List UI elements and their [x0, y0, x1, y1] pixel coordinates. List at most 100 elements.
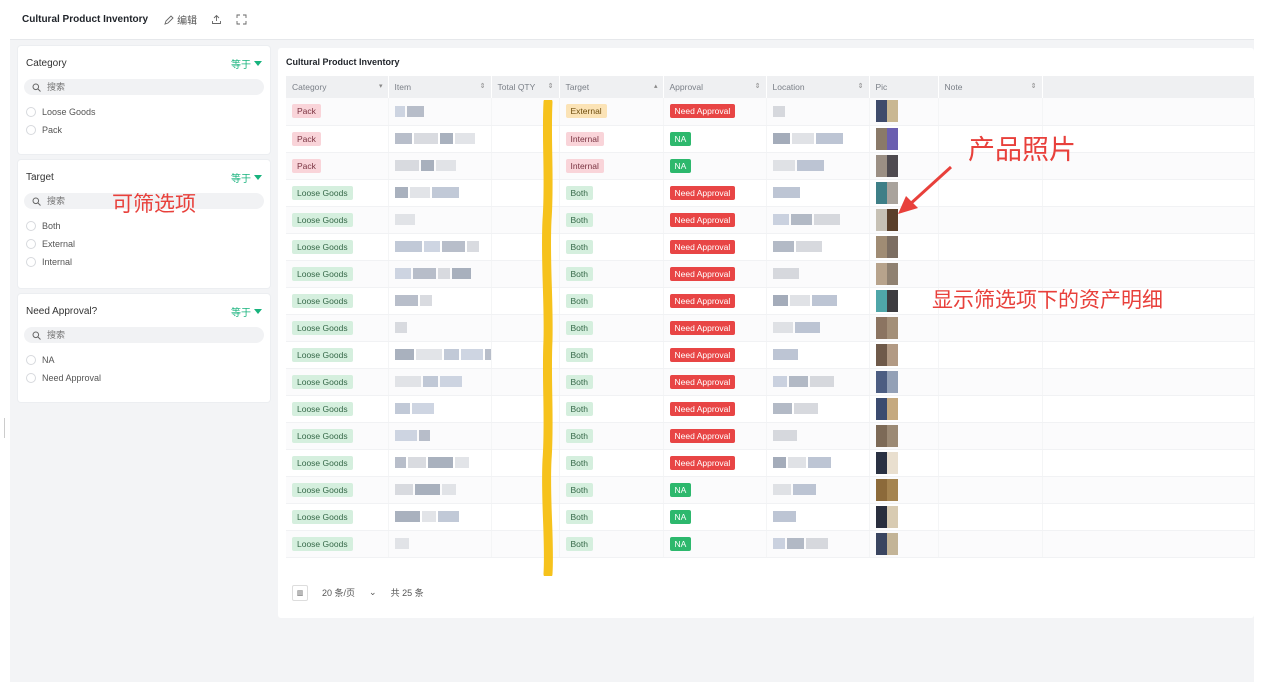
- product-photo[interactable]: [875, 262, 898, 285]
- filter-title: Need Approval?: [26, 306, 98, 317]
- table-row[interactable]: Loose Goods Both Need Approval: [286, 206, 1255, 234]
- filter-search[interactable]: [24, 327, 264, 343]
- product-photo[interactable]: [875, 181, 898, 204]
- radio-button[interactable]: [26, 221, 36, 231]
- column-header-total-qty[interactable]: Total QTY ⇕: [491, 76, 560, 98]
- product-photo[interactable]: [875, 289, 898, 312]
- table-row[interactable]: Loose Goods Both Need Approval: [286, 314, 1255, 342]
- product-photo[interactable]: [875, 127, 898, 150]
- radio-button[interactable]: [26, 239, 36, 249]
- cell-location: [766, 341, 870, 369]
- cell-spacer: [1042, 395, 1255, 423]
- sort-icon[interactable]: ⇕: [480, 82, 486, 90]
- table-row[interactable]: Loose Goods Both NA: [286, 476, 1255, 504]
- product-photo[interactable]: [875, 370, 898, 393]
- filter-option[interactable]: Internal: [18, 253, 270, 271]
- sort-icon[interactable]: ⇕: [755, 82, 761, 90]
- redacted-text: [772, 105, 785, 117]
- radio-button[interactable]: [26, 257, 36, 267]
- cell-item: [388, 206, 492, 234]
- table-row[interactable]: Loose Goods Both Need Approval: [286, 422, 1255, 450]
- table-row[interactable]: Loose Goods Both Need Approval: [286, 233, 1255, 261]
- export-button[interactable]: [211, 14, 222, 25]
- table-settings-icon[interactable]: ▥: [292, 584, 308, 601]
- table-row[interactable]: Loose Goods Both Need Approval: [286, 449, 1255, 477]
- radio-button[interactable]: [26, 373, 36, 383]
- sort-up-icon[interactable]: ▴: [654, 82, 658, 90]
- operator-dropdown[interactable]: 等于: [231, 304, 262, 319]
- product-photo[interactable]: [875, 478, 898, 501]
- filter-option[interactable]: Both: [18, 217, 270, 235]
- product-photo[interactable]: [875, 100, 898, 123]
- approval-tag: Need Approval: [669, 320, 736, 335]
- filter-caret-icon[interactable]: ▾: [379, 82, 383, 90]
- cell-location: [766, 206, 870, 234]
- redacted-text: [809, 376, 834, 388]
- option-label: Both: [42, 221, 61, 231]
- cell-item: [388, 368, 492, 396]
- redacted-text: [412, 268, 436, 280]
- filter-option[interactable]: External: [18, 235, 270, 253]
- product-photo[interactable]: [875, 451, 898, 474]
- radio-button[interactable]: [26, 125, 36, 135]
- cell-note: [938, 395, 1043, 423]
- page-size-select[interactable]: 20 条/页 ⌄: [318, 584, 381, 601]
- product-photo[interactable]: [875, 505, 898, 528]
- search-input[interactable]: [47, 330, 247, 340]
- filter-option[interactable]: Loose Goods: [18, 103, 270, 121]
- table-row[interactable]: Loose Goods Both Need Approval: [286, 341, 1255, 369]
- edit-button[interactable]: 编辑: [164, 12, 197, 27]
- cell-category: Loose Goods: [286, 287, 389, 315]
- table-row[interactable]: Loose Goods Both Need Approval: [286, 260, 1255, 288]
- resize-handle[interactable]: [4, 418, 5, 438]
- approval-tag: Need Approval: [669, 239, 736, 254]
- column-label: Item: [394, 82, 412, 92]
- filter-option[interactable]: NA: [18, 351, 270, 369]
- product-photo[interactable]: [875, 316, 898, 339]
- sort-icon[interactable]: ⇕: [548, 82, 554, 90]
- product-photo[interactable]: [875, 397, 898, 420]
- table-row[interactable]: Pack Internal NA: [286, 125, 1255, 153]
- radio-button[interactable]: [26, 355, 36, 365]
- radio-button[interactable]: [26, 107, 36, 117]
- column-header-location[interactable]: Location ⇕: [766, 76, 870, 98]
- filter-option[interactable]: Pack: [18, 121, 270, 139]
- column-header-target[interactable]: Target ▴: [559, 76, 664, 98]
- table-row[interactable]: Pack External Need Approval: [286, 98, 1255, 126]
- product-photo[interactable]: [875, 343, 898, 366]
- product-photo[interactable]: [875, 154, 898, 177]
- redacted-text: [422, 376, 438, 388]
- cell-item: [388, 233, 492, 261]
- sort-icon[interactable]: ⇕: [1031, 82, 1037, 90]
- table-row[interactable]: Loose Goods Both Need Approval: [286, 179, 1255, 207]
- approval-tag: Need Approval: [669, 374, 736, 389]
- table-row[interactable]: Loose Goods Both NA: [286, 503, 1255, 531]
- approval-tag: Need Approval: [669, 212, 736, 227]
- fullscreen-button[interactable]: [236, 14, 247, 25]
- operator-dropdown[interactable]: 等于: [231, 170, 262, 185]
- product-photo[interactable]: [875, 235, 898, 258]
- filter-search[interactable]: [24, 79, 264, 95]
- redacted-text: [394, 430, 417, 442]
- column-header-category[interactable]: Category ▾: [286, 76, 389, 98]
- redacted-text: [394, 105, 405, 117]
- search-input[interactable]: [47, 82, 247, 92]
- column-header-item[interactable]: Item ⇕: [388, 76, 492, 98]
- table-row[interactable]: Loose Goods Both NA: [286, 530, 1255, 558]
- filter-option[interactable]: Need Approval: [18, 369, 270, 387]
- table-row[interactable]: Loose Goods Both Need Approval: [286, 368, 1255, 396]
- product-photo[interactable]: [875, 208, 898, 231]
- redacted-text: [788, 376, 808, 388]
- table-row[interactable]: Loose Goods Both Need Approval: [286, 395, 1255, 423]
- table-row[interactable]: Pack Internal NA: [286, 152, 1255, 180]
- approval-tag: NA: [669, 509, 692, 524]
- product-photo[interactable]: [875, 424, 898, 447]
- product-photo[interactable]: [875, 532, 898, 555]
- column-header-pic[interactable]: Pic: [869, 76, 939, 98]
- column-header-note[interactable]: Note ⇕: [938, 76, 1043, 98]
- sort-icon[interactable]: ⇕: [858, 82, 864, 90]
- operator-dropdown[interactable]: 等于: [231, 56, 262, 71]
- column-header-approval[interactable]: Approval ⇕: [663, 76, 767, 98]
- cell-location: [766, 368, 870, 396]
- cell-item: [388, 476, 492, 504]
